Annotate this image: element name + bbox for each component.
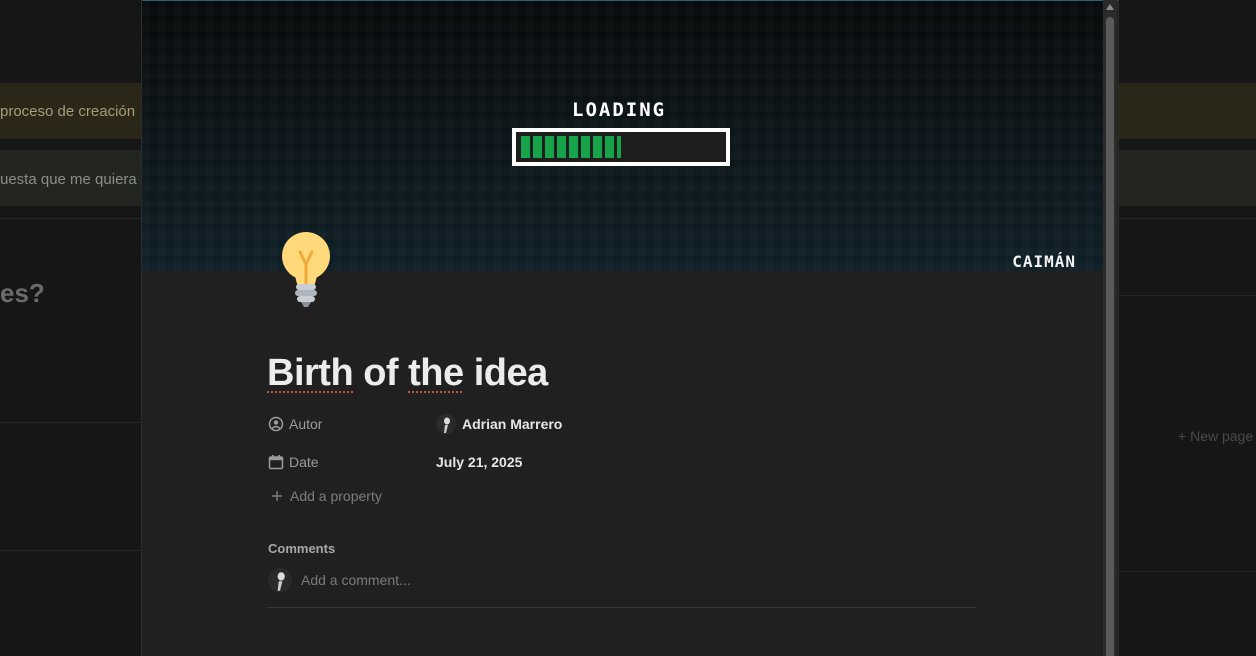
comments-divider (267, 607, 976, 608)
calendar-icon (268, 455, 284, 470)
scrollbar-thumb[interactable] (1106, 17, 1114, 656)
comments-heading: Comments (268, 541, 336, 556)
property-value[interactable]: Adrian Marrero (436, 414, 562, 434)
title-word: of (363, 352, 399, 394)
background-divider (0, 550, 142, 551)
lightbulb-icon[interactable] (278, 230, 334, 308)
background-divider (1118, 295, 1256, 296)
background-row-2-text: uesta que me quiera (0, 171, 137, 188)
cover-brand: CAIMÁN (1012, 252, 1076, 271)
modal-focus-line (142, 0, 1118, 1)
title-word: the (408, 352, 464, 394)
property-label[interactable]: Date (268, 454, 436, 470)
plus-icon (272, 491, 282, 501)
background-row-1[interactable]: proceso de creación (0, 83, 142, 139)
page-modal: LOADING CAIMÁN Birth of the idea Autor A… (141, 0, 1119, 656)
background-divider (0, 422, 142, 423)
background-row-1-right (1118, 83, 1256, 139)
plus-icon: + (1178, 428, 1191, 444)
date-value: July 21, 2025 (436, 454, 523, 470)
property-date[interactable]: Date July 21, 2025 (268, 450, 522, 474)
add-property-button[interactable]: Add a property (270, 488, 382, 504)
author-name: Adrian Marrero (462, 416, 563, 432)
property-value[interactable]: July 21, 2025 (436, 454, 522, 470)
background-divider (1118, 218, 1256, 219)
cover-progress-bar (512, 128, 730, 166)
property-label-text: Autor (289, 416, 323, 432)
avatar (268, 568, 292, 592)
avatar (436, 414, 456, 434)
person-circle-icon (268, 416, 284, 432)
cover-progress-fill (521, 136, 621, 158)
background-row-1-text: proceso de creación (0, 103, 136, 120)
add-property-label: Add a property (290, 488, 382, 504)
background-row-2-right (1118, 150, 1256, 206)
cover-loading-text: LOADING (572, 99, 667, 121)
property-label-text: Date (289, 454, 319, 470)
new-page-label: New page (1190, 428, 1254, 444)
new-page-button[interactable]: + New page (1178, 428, 1253, 444)
scroll-up-arrow-icon[interactable] (1106, 4, 1114, 10)
title-word: idea (473, 352, 549, 394)
scrollbar[interactable] (1103, 0, 1117, 656)
background-row-2[interactable]: uesta que me quiera (0, 150, 142, 206)
title-word: Birth (267, 352, 354, 394)
comment-input[interactable]: Add a comment... (301, 572, 411, 588)
comment-composer[interactable]: Add a comment... (268, 568, 411, 592)
property-autor[interactable]: Autor Adrian Marrero (268, 412, 562, 436)
property-label[interactable]: Autor (268, 416, 436, 432)
background-divider (1118, 571, 1256, 572)
background-heading: es? (0, 278, 45, 308)
background-divider (0, 218, 142, 219)
page-title[interactable]: Birth of the idea (267, 352, 548, 395)
